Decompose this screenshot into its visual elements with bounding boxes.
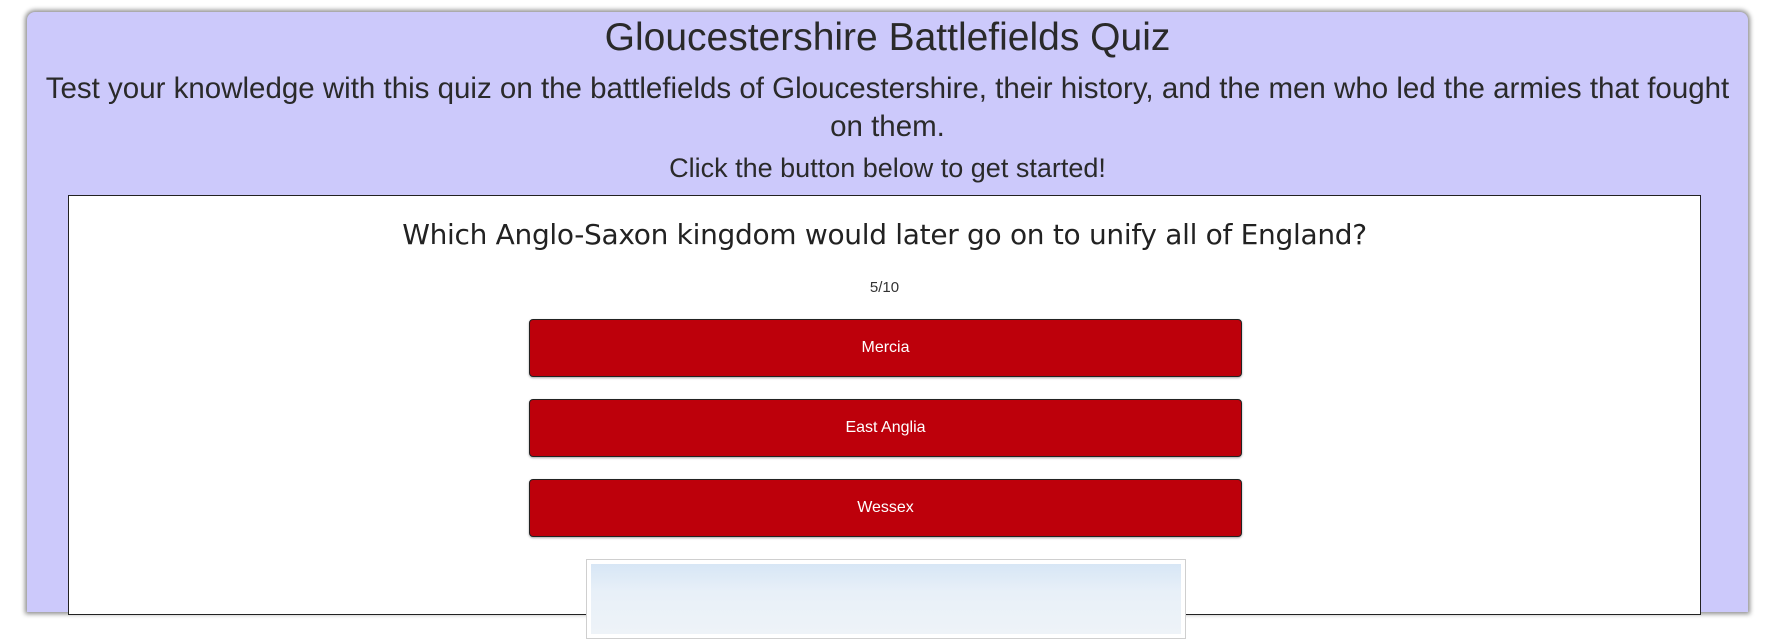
answer-button-mercia[interactable]: Mercia xyxy=(529,319,1242,377)
start-prompt: Click the button below to get started! xyxy=(669,153,1106,183)
page-description: Test your knowledge with this quiz on th… xyxy=(45,72,1730,143)
answer-button-east-anglia[interactable]: East Anglia xyxy=(529,399,1242,457)
quiz-page-container: Gloucestershire Battlefields Quiz Test y… xyxy=(27,12,1748,639)
question-counter: 5/10 xyxy=(869,279,900,296)
page-title: Gloucestershire Battlefields Quiz xyxy=(604,16,1171,59)
question-image-content xyxy=(591,564,1181,634)
question-text: Which Anglo-Saxon kingdom would later go… xyxy=(402,218,1367,251)
answer-button-wessex[interactable]: Wessex xyxy=(529,479,1242,537)
quiz-panel: Which Anglo-Saxon kingdom would later go… xyxy=(68,195,1701,639)
question-image xyxy=(586,559,1186,639)
